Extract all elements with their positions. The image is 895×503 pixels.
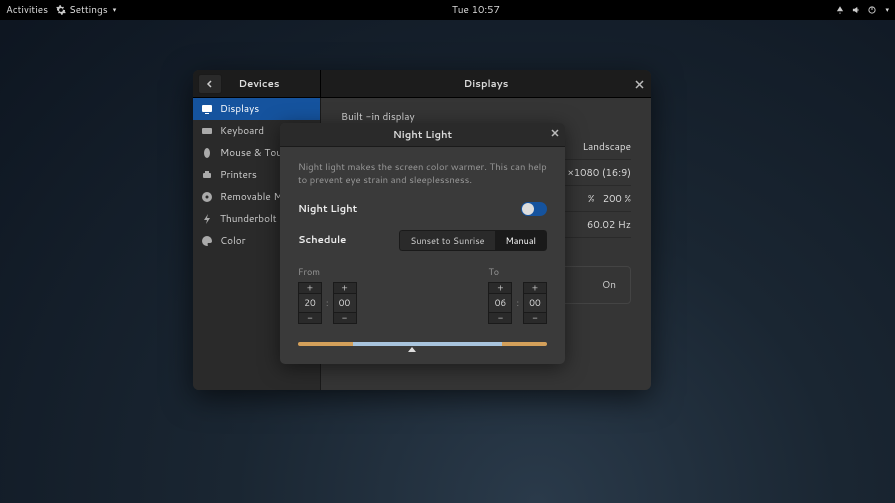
status-area[interactable]: ▾ — [835, 5, 889, 15]
power-icon — [867, 5, 877, 15]
dialog-close-button[interactable] — [551, 129, 559, 137]
from-minute-down[interactable]: − — [333, 312, 357, 324]
activities-button[interactable]: Activities — [6, 3, 48, 17]
panel-title-devices: Devices — [222, 77, 320, 91]
panel-title-displays: Displays — [321, 77, 651, 91]
to-minute-up[interactable]: + — [523, 282, 547, 294]
app-menu[interactable]: Settings ▾ — [56, 3, 116, 17]
from-minute-value[interactable]: 00 — [333, 294, 357, 312]
from-minute-spinner: + 00 − — [333, 282, 357, 324]
sidebar-item-label: Keyboard — [220, 124, 264, 138]
to-minute-spinner: + 00 − — [523, 282, 547, 324]
to-hour-down[interactable]: − — [488, 312, 512, 324]
window-titlebar: Devices Displays — [193, 70, 651, 98]
sidebar-item-label: Printers — [220, 168, 257, 182]
night-light-toggle[interactable] — [521, 202, 547, 216]
to-hour-value[interactable]: 06 — [488, 294, 512, 312]
volume-icon — [851, 5, 861, 15]
sidebar-item-label: Color — [220, 234, 246, 248]
color-temperature-slider[interactable] — [298, 342, 547, 346]
schedule-label: Schedule — [298, 233, 346, 247]
schedule-segmented-control: Sunset to Sunrise Manual — [399, 230, 547, 251]
display-name: Built -in display — [341, 110, 631, 124]
printer-icon — [201, 169, 213, 181]
to-minute-value[interactable]: 00 — [523, 294, 547, 312]
from-hour-down[interactable]: − — [298, 312, 322, 324]
display-icon — [201, 103, 213, 115]
top-bar: Activities Settings ▾ Tue 10:57 ▾ — [0, 0, 895, 20]
media-icon — [201, 191, 213, 203]
dialog-description: Night light makes the screen color warme… — [298, 161, 547, 188]
slider-handle-icon — [408, 347, 416, 352]
color-icon — [201, 235, 213, 247]
gear-icon — [56, 5, 66, 15]
to-hour-spinner: + 06 − — [488, 282, 512, 324]
to-label: To — [488, 265, 547, 278]
from-hour-spinner: + 20 − — [298, 282, 322, 324]
night-light-toggle-label: Night Light — [298, 202, 357, 216]
clock[interactable]: Tue 10:57 — [116, 3, 835, 17]
chevron-down-icon: ▾ — [885, 5, 889, 15]
night-light-status: On — [602, 278, 616, 292]
night-light-dialog: Night Light Night light makes the screen… — [280, 123, 565, 364]
schedule-sunset-button[interactable]: Sunset to Sunrise — [399, 230, 494, 251]
to-minute-down[interactable]: − — [523, 312, 547, 324]
keyboard-icon — [201, 125, 213, 137]
sidebar-item-label: Thunderbolt — [220, 212, 277, 226]
network-icon — [835, 5, 845, 15]
sidebar-item-displays[interactable]: Displays — [193, 98, 320, 120]
back-button[interactable] — [198, 74, 222, 94]
to-hour-up[interactable]: + — [488, 282, 512, 294]
window-close-button[interactable] — [633, 78, 645, 90]
close-icon — [635, 80, 644, 89]
thunderbolt-icon — [201, 213, 213, 225]
time-colon: : — [516, 296, 519, 309]
time-colon: : — [326, 296, 329, 309]
sidebar-item-label: Displays — [220, 102, 259, 116]
mouse-icon — [201, 147, 213, 159]
from-hour-value[interactable]: 20 — [298, 294, 322, 312]
schedule-manual-button[interactable]: Manual — [495, 230, 548, 251]
close-icon — [551, 129, 559, 137]
dialog-title: Night Light — [393, 128, 452, 142]
from-hour-up[interactable]: + — [298, 282, 322, 294]
from-label: From — [298, 265, 357, 278]
from-minute-up[interactable]: + — [333, 282, 357, 294]
dialog-titlebar: Night Light — [280, 123, 565, 147]
chevron-left-icon — [206, 80, 214, 88]
